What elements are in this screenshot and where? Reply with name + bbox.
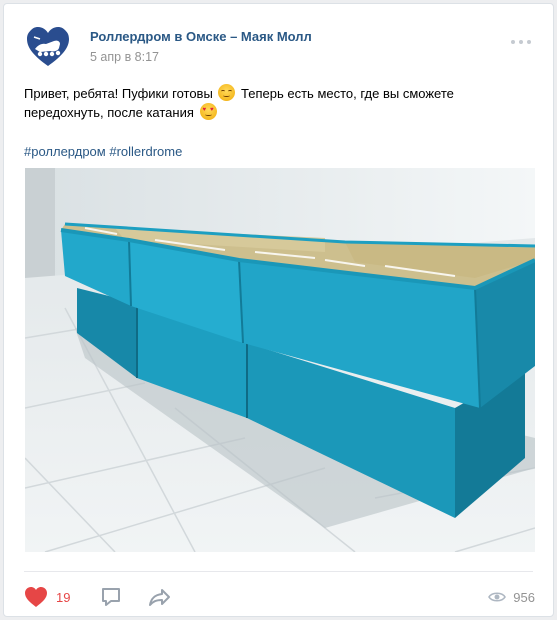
post-hashtags: #роллердром #rollerdrome [24,142,182,161]
relieved-face-emoji [218,84,236,101]
post-text-part1: Привет, ребята! Пуфики готовы [24,86,217,101]
post-author-link[interactable]: Роллердром в Омске – Маяк Молл [90,29,312,44]
emoji-mouth [204,113,212,116]
post-photo[interactable] [25,168,535,552]
dot [527,40,531,44]
eye-icon [488,592,507,602]
hashtag-link[interactable]: #rollerdrome [109,144,182,159]
heart-eyes-emoji: ♥ ♥ [199,103,217,120]
like-button[interactable]: 19 [24,582,70,612]
community-avatar[interactable] [24,23,72,71]
like-count: 19 [56,589,71,605]
post-header: Роллердром в Омске – Маяк Молл 5 апр в 8… [24,23,541,71]
post-text: Привет, ребята! Пуфики готовы Теперь ест… [24,84,464,122]
dot [511,40,515,44]
comment-icon [102,588,120,606]
more-dots-icon[interactable] [509,35,533,49]
share-icon [149,589,170,606]
emoji-mouth [223,94,231,97]
post-date-link[interactable]: 5 апр в 8:17 [90,50,159,64]
hashtag-link[interactable]: #роллердром [24,144,106,159]
post-footer-divider [24,571,533,572]
share-button[interactable] [148,582,172,612]
post-actions: 19 956 [24,582,535,612]
wall-post: Роллердром в Омске – Маяк Молл 5 апр в 8… [3,3,554,617]
heart-logo-icon [27,27,69,66]
views-counter: 956 [488,582,535,612]
heart-icon [25,587,47,607]
photo-blue-poufs [25,168,535,552]
views-count: 956 [513,589,535,605]
comment-button[interactable] [100,582,122,612]
dot [519,40,523,44]
